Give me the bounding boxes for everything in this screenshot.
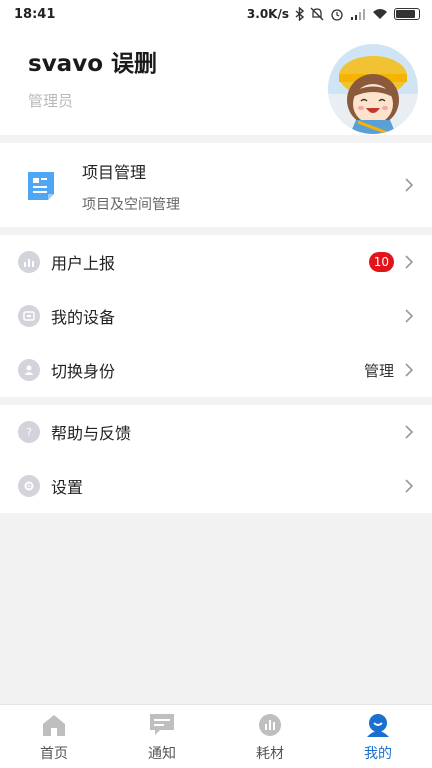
bottom-tab-bar: 首页 通知 耗材 我的 bbox=[0, 704, 432, 768]
menu-group-1: 用户上报 10 我的设备 切换身份 管理 bbox=[0, 235, 432, 397]
report-icon bbox=[18, 251, 40, 273]
project-subtitle: 项目及空间管理 bbox=[82, 197, 180, 213]
status-time: 18:41 bbox=[14, 6, 56, 22]
tab-mine[interactable]: 我的 bbox=[324, 705, 432, 768]
document-icon bbox=[26, 170, 56, 202]
menu-item-label: 设置 bbox=[51, 478, 84, 497]
wifi-icon bbox=[372, 8, 388, 20]
status-bar: 18:41 3.0K/s bbox=[0, 0, 432, 28]
tab-label: 耗材 bbox=[256, 746, 284, 762]
profile-header[interactable]: svavo 误删 管理员 bbox=[0, 28, 432, 135]
network-speed: 3.0K/s bbox=[246, 7, 289, 21]
tab-label: 首页 bbox=[40, 746, 68, 762]
chevron-right-icon bbox=[404, 478, 414, 494]
chevron-right-icon bbox=[404, 362, 414, 378]
tab-label: 我的 bbox=[364, 746, 392, 762]
tab-consumables[interactable]: 耗材 bbox=[216, 705, 324, 768]
battery-icon bbox=[394, 8, 420, 20]
project-management-item[interactable]: 项目管理 项目及空间管理 bbox=[0, 143, 432, 227]
menu-item-label: 切换身份 bbox=[51, 362, 116, 381]
menu-item-switch-identity[interactable]: 切换身份 管理 bbox=[0, 343, 432, 397]
alarm-icon bbox=[330, 7, 344, 21]
svg-text:?: ? bbox=[26, 426, 32, 438]
bluetooth-icon bbox=[295, 7, 304, 21]
user-icon bbox=[18, 359, 40, 381]
device-icon bbox=[18, 305, 40, 327]
menu-item-label: 用户上报 bbox=[51, 254, 116, 273]
menu-item-label: 我的设备 bbox=[51, 308, 116, 327]
chevron-right-icon bbox=[404, 308, 414, 324]
menu-item-user-report[interactable]: 用户上报 10 bbox=[0, 235, 432, 289]
status-icons: 3.0K/s bbox=[247, 7, 420, 21]
tab-home[interactable]: 首页 bbox=[0, 705, 108, 768]
tab-label: 通知 bbox=[148, 746, 176, 762]
message-icon bbox=[149, 713, 175, 737]
signal-icon bbox=[350, 8, 366, 20]
tab-notifications[interactable]: 通知 bbox=[108, 705, 216, 768]
profile-icon bbox=[365, 713, 391, 737]
avatar[interactable] bbox=[328, 44, 418, 134]
mute-bell-icon bbox=[310, 7, 324, 21]
menu-item-my-devices[interactable]: 我的设备 bbox=[0, 289, 432, 343]
menu-item-help-feedback[interactable]: ? 帮助与反馈 bbox=[0, 405, 432, 459]
gear-icon bbox=[18, 475, 40, 497]
help-icon: ? bbox=[18, 421, 40, 443]
menu-group-2: ? 帮助与反馈 设置 bbox=[0, 405, 432, 513]
project-title: 项目管理 bbox=[82, 163, 147, 182]
count-badge: 10 bbox=[368, 252, 394, 272]
chart-icon bbox=[257, 713, 283, 737]
chevron-right-icon bbox=[404, 254, 414, 270]
menu-item-label: 帮助与反馈 bbox=[51, 424, 132, 443]
chevron-right-icon bbox=[404, 177, 414, 193]
chevron-right-icon bbox=[404, 424, 414, 440]
current-identity: 管理 bbox=[363, 361, 394, 380]
home-icon bbox=[41, 713, 67, 737]
menu-item-settings[interactable]: 设置 bbox=[0, 459, 432, 513]
